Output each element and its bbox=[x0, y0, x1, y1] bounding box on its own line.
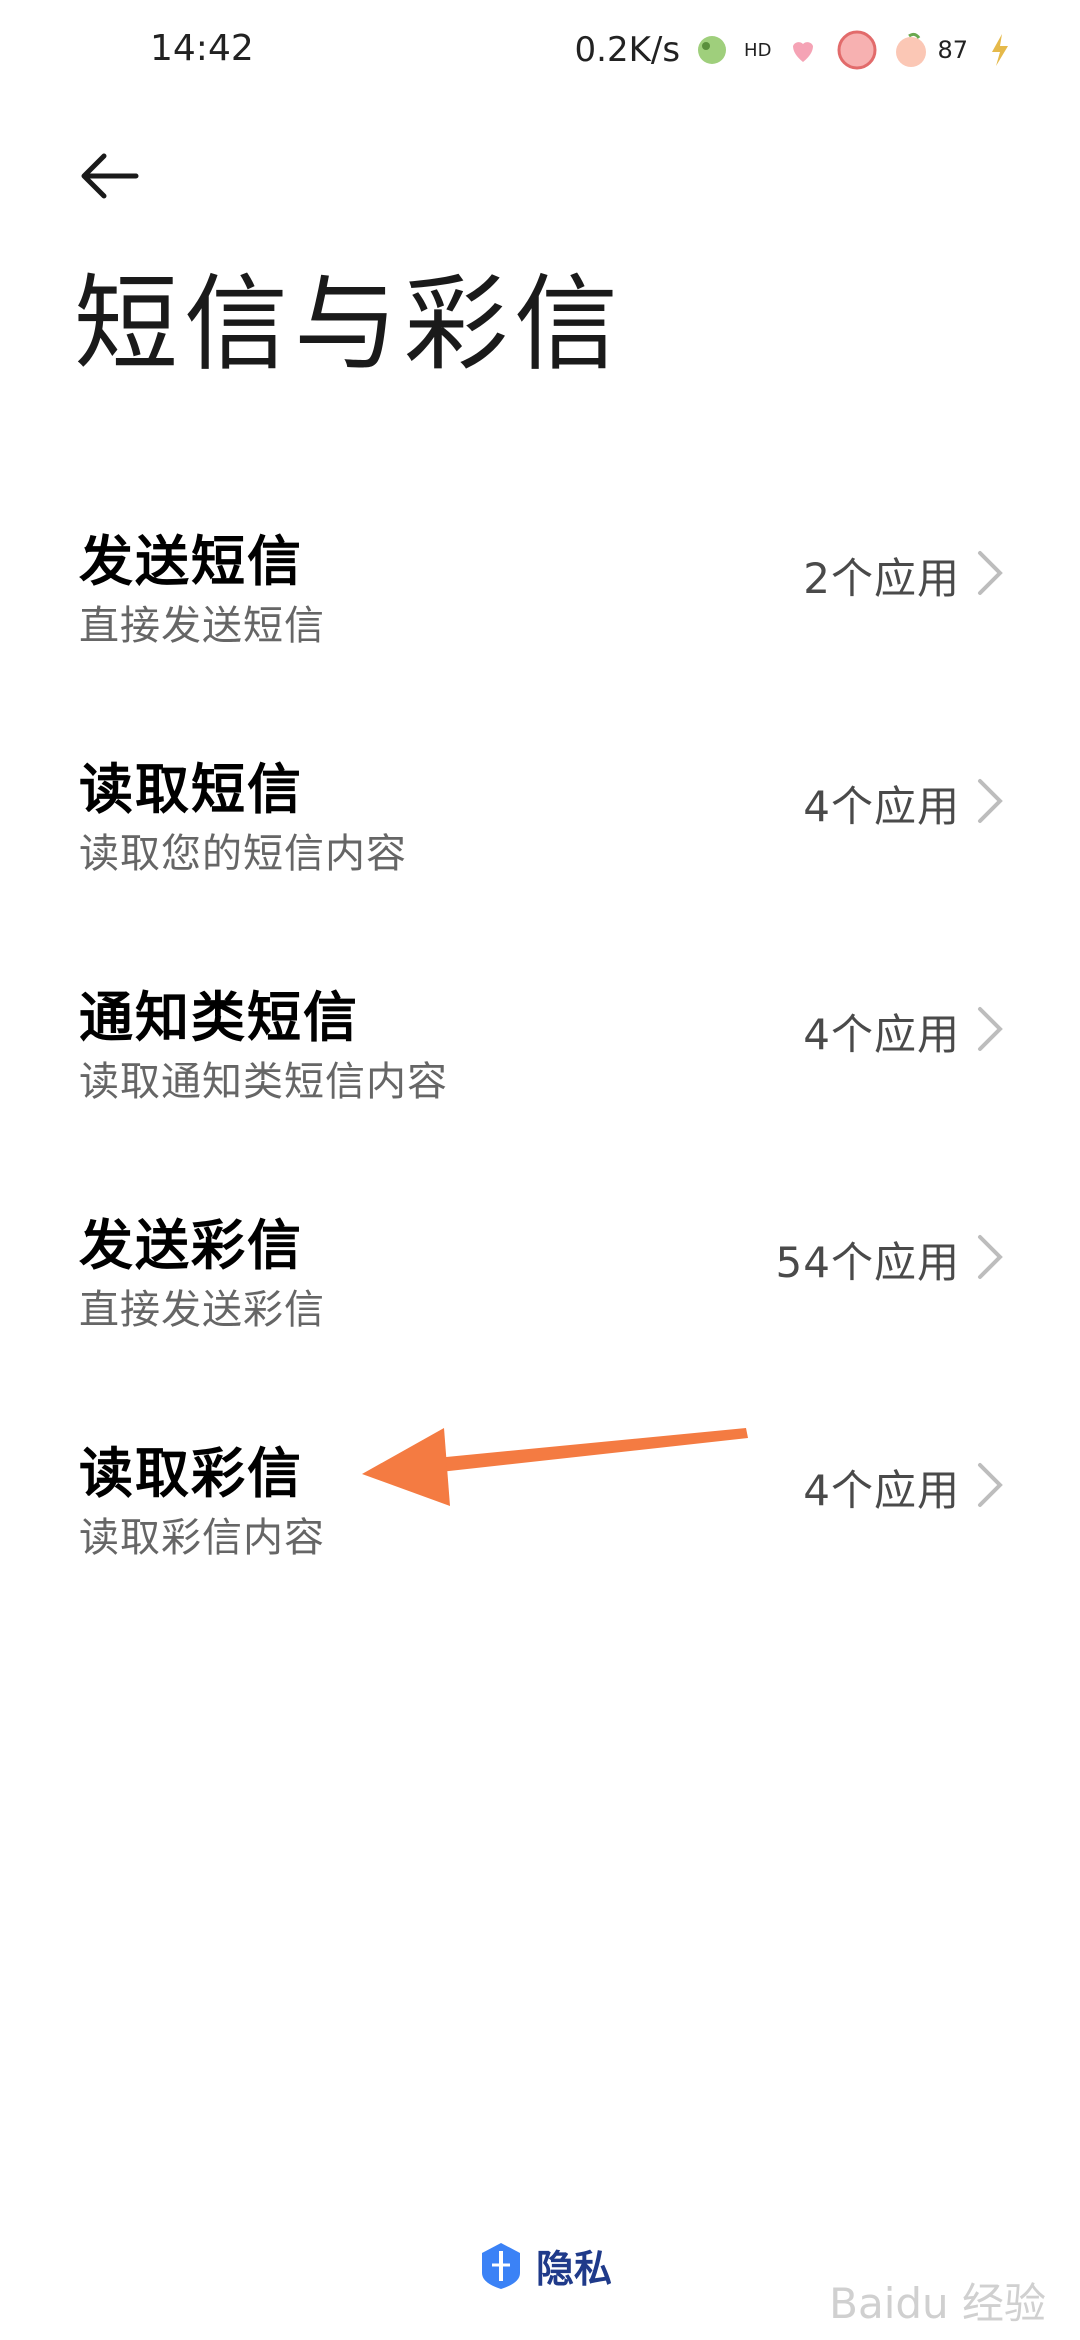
privacy-shield-icon bbox=[482, 2242, 520, 2289]
hd-badge: HD bbox=[744, 39, 772, 61]
battery-level: 87 bbox=[937, 36, 968, 64]
item-app-count: 4个应用 bbox=[803, 1466, 960, 1515]
item-title: 通知类短信 bbox=[79, 986, 359, 1049]
annotation-arrow bbox=[362, 1428, 748, 1506]
privacy-label: 隐私 bbox=[536, 2247, 613, 2291]
baidu-watermark: Baidu 经验 bbox=[829, 2279, 1046, 2328]
battery-indicator: 87 bbox=[889, 28, 968, 72]
item-title: 读取短信 bbox=[79, 758, 303, 821]
hearts-icon bbox=[793, 42, 814, 62]
chevron-right-icon bbox=[978, 779, 1003, 823]
item-app-count: 54个应用 bbox=[775, 1238, 960, 1287]
peach-battery-icon bbox=[896, 32, 927, 67]
page-title: 短信与彩信 bbox=[74, 263, 625, 385]
item-title: 发送彩信 bbox=[79, 1214, 303, 1277]
status-time: 14:42 bbox=[150, 28, 254, 69]
item-subtitle: 读取彩信内容 bbox=[79, 1515, 325, 1561]
chevron-right-icon bbox=[978, 551, 1003, 595]
network-speed: 0.2K/s bbox=[574, 30, 681, 70]
grapefruit-icon bbox=[837, 30, 877, 70]
sticker-icon bbox=[698, 36, 727, 64]
status-bar: 14:42 0.2K/s HD 87 bbox=[0, 0, 1080, 110]
item-subtitle: 读取您的短信内容 bbox=[79, 831, 407, 877]
privacy-footer[interactable]: 隐私 bbox=[478, 2238, 612, 2293]
status-icons: 0.2K/s HD 87 bbox=[575, 28, 1023, 72]
item-subtitle: 读取通知类短信内容 bbox=[79, 1059, 448, 1105]
back-arrow-icon[interactable] bbox=[76, 140, 148, 212]
item-subtitle: 直接发送短信 bbox=[79, 603, 325, 649]
list-item-notification-sms[interactable]: 通知类短信 读取通知类短信内容 4个应用 bbox=[0, 951, 1080, 1179]
list-item-send-mms[interactable]: 发送彩信 直接发送彩信 54个应用 bbox=[0, 1179, 1080, 1407]
item-title: 发送短信 bbox=[79, 530, 303, 593]
item-app-count: 4个应用 bbox=[803, 1010, 960, 1059]
chevron-right-icon bbox=[978, 1235, 1003, 1279]
list-item-send-sms[interactable]: 发送短信 直接发送短信 2个应用 bbox=[0, 495, 1080, 723]
list-item-read-sms[interactable]: 读取短信 读取您的短信内容 4个应用 bbox=[0, 723, 1080, 951]
charging-icon bbox=[992, 34, 1008, 66]
chevron-right-icon bbox=[978, 1007, 1003, 1051]
item-app-count: 4个应用 bbox=[803, 782, 960, 831]
item-subtitle: 直接发送彩信 bbox=[79, 1287, 325, 1333]
item-app-count: 2个应用 bbox=[803, 554, 960, 603]
chevron-right-icon bbox=[978, 1463, 1003, 1507]
item-title: 读取彩信 bbox=[79, 1442, 303, 1505]
